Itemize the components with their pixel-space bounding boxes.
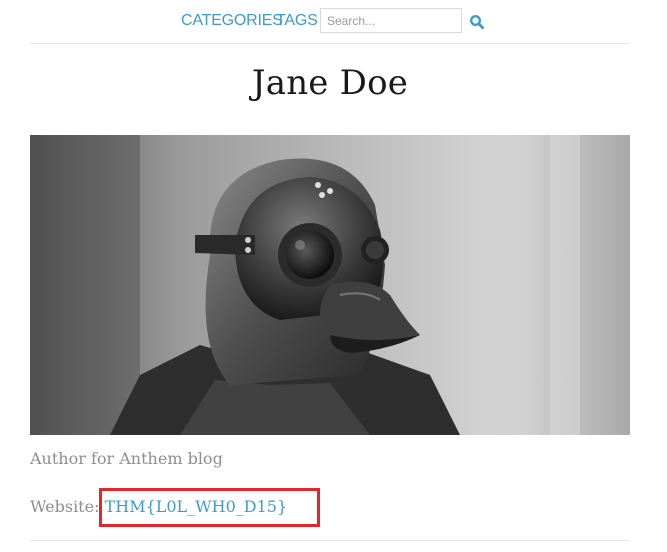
top-navigation: CATEGORIES TAGS <box>0 6 667 38</box>
author-photo <box>30 135 630 435</box>
page-title: Jane Doe <box>251 63 409 103</box>
footer-divider <box>30 540 630 541</box>
website-row: Website: THM{L0L_WH0_D15} <box>30 497 287 516</box>
header-divider <box>30 43 630 44</box>
author-description: Author for Anthem blog <box>30 449 223 468</box>
website-link[interactable]: THM{L0L_WH0_D15} <box>105 497 288 516</box>
nav-tags-link[interactable]: TAGS <box>276 12 318 30</box>
search-icon <box>469 14 485 30</box>
search-button[interactable] <box>469 14 485 30</box>
nav-categories-link[interactable]: CATEGORIES <box>181 12 283 30</box>
website-label: Website: <box>30 497 105 516</box>
search-input[interactable] <box>320 8 462 33</box>
